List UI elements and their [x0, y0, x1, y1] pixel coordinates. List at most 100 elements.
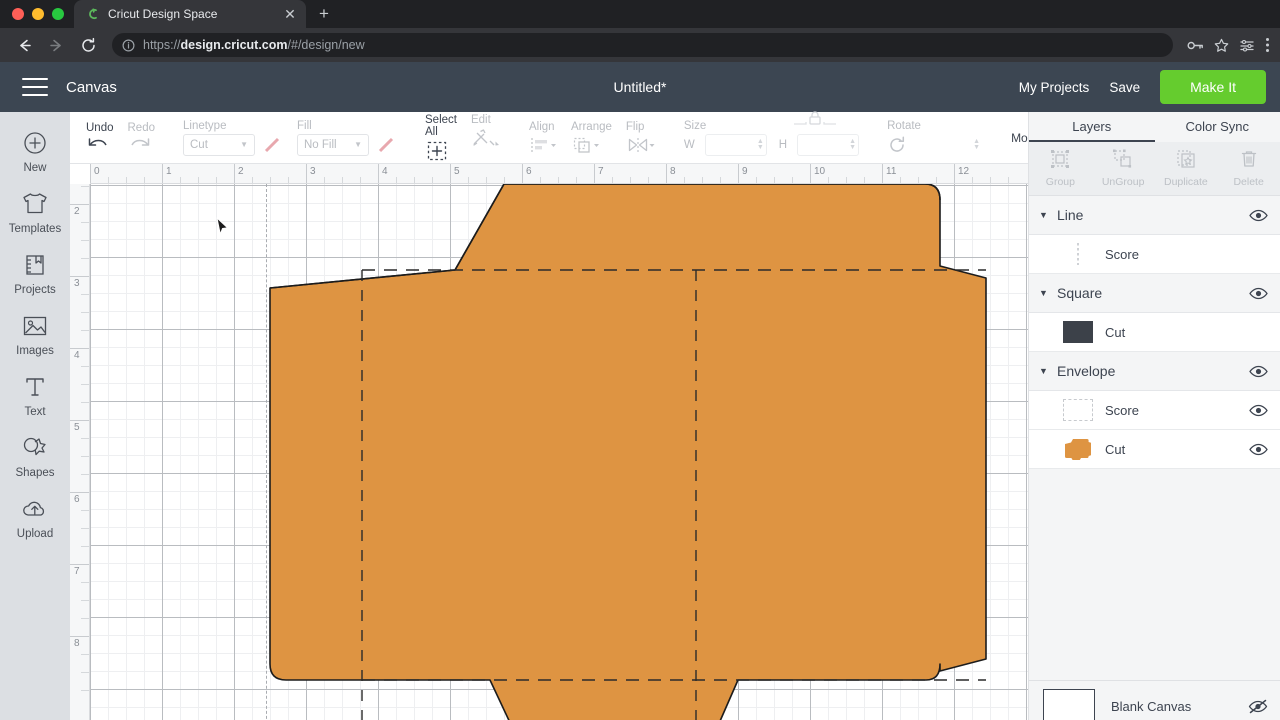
sidebar-item-templates[interactable]: Templates [0, 189, 70, 235]
linetype-select[interactable]: Cut ▼ [183, 133, 255, 156]
duplicate-label: Duplicate [1163, 176, 1208, 188]
new-tab-button[interactable]: + [310, 0, 338, 28]
ruler-tick-major [450, 164, 451, 183]
back-arrow-icon[interactable] [10, 31, 38, 59]
reload-icon[interactable] [74, 31, 102, 59]
fill-select[interactable]: No Fill ▼ [297, 133, 369, 156]
layer-group-envelope[interactable]: ▼ Envelope [1029, 352, 1280, 391]
layer-item-envelope-score[interactable]: Score [1029, 391, 1280, 430]
flip-button[interactable]: Flip [626, 121, 656, 155]
minimize-window-button[interactable] [32, 8, 44, 20]
menu-dots-icon[interactable] [1265, 37, 1270, 53]
envelope-color-swatch[interactable] [1063, 438, 1093, 460]
save-button[interactable]: Save [1109, 80, 1140, 95]
linetype-color-swatch[interactable] [261, 134, 283, 156]
envelope-shape[interactable] [90, 184, 1028, 720]
key-icon[interactable] [1187, 38, 1204, 53]
blank-canvas-swatch[interactable] [1043, 688, 1095, 720]
cut-color-swatch[interactable] [1063, 321, 1093, 343]
ruler-label-h: 5 [454, 166, 460, 177]
sidebar-item-projects[interactable]: Projects [0, 250, 70, 296]
eye-icon[interactable] [1249, 209, 1268, 222]
ruler-tick-minor [81, 240, 89, 241]
ruler-tick-minor [81, 600, 89, 601]
chevron-down-icon[interactable]: ▼ [1039, 288, 1051, 298]
ruler-tick-minor [180, 177, 181, 183]
close-icon[interactable]: ✕ [282, 6, 298, 22]
ruler-tick-major [70, 636, 89, 637]
height-input[interactable]: ▲ ▼ [797, 133, 860, 156]
extensions-icon[interactable] [1239, 38, 1255, 53]
layer-group-line[interactable]: ▼ Line [1029, 196, 1280, 235]
arrange-button[interactable]: Arrange [571, 121, 612, 155]
ruler-label-h: 0 [94, 166, 100, 177]
tab-layers[interactable]: Layers [1029, 112, 1155, 142]
align-button[interactable]: Align [529, 121, 557, 155]
layer-group-square[interactable]: ▼ Square [1029, 274, 1280, 313]
my-projects-link[interactable]: My Projects [1019, 80, 1090, 95]
rotate-icon[interactable] [887, 135, 907, 155]
make-it-button[interactable]: Make It [1160, 70, 1266, 104]
layer-item-envelope-cut[interactable]: Cut [1029, 430, 1280, 469]
select-all-button[interactable]: Select All [425, 114, 457, 162]
ruler-tick-minor [360, 177, 361, 183]
chevron-down-icon[interactable]: ▼ [1039, 210, 1051, 220]
chevron-down-icon[interactable]: ▼ [1039, 366, 1051, 376]
eye-icon[interactable] [1249, 287, 1268, 300]
duplicate-button[interactable]: Duplicate [1155, 142, 1218, 195]
tab-color-sync[interactable]: Color Sync [1155, 112, 1280, 142]
sidebar-item-shapes[interactable]: Shapes [0, 433, 70, 479]
fill-color-swatch[interactable] [375, 134, 397, 156]
header-actions: My Projects Save Make It [1019, 70, 1280, 104]
canvas-grid[interactable] [90, 184, 1028, 720]
sidebar-item-images[interactable]: Images [0, 311, 70, 357]
eye-icon[interactable] [1249, 404, 1268, 417]
ungroup-button[interactable]: UnGroup [1092, 142, 1155, 195]
width-stepper[interactable]: ▲ ▼ [757, 138, 764, 151]
undo-button[interactable]: Undo [86, 122, 114, 154]
star-icon[interactable] [1214, 38, 1229, 53]
lock-icon[interactable] [792, 110, 838, 129]
sidebar-label-templates: Templates [8, 223, 62, 235]
hamburger-menu-icon[interactable] [22, 78, 48, 96]
browser-tab[interactable]: Cricut Design Space ✕ [74, 0, 306, 28]
left-sidebar: New Templates Projects Images Text Shape… [0, 112, 70, 720]
eye-icon[interactable] [1249, 443, 1268, 456]
ruler-tick-minor [864, 177, 865, 183]
undo-arrow-icon [86, 136, 110, 154]
ruler-tick-minor [342, 177, 343, 183]
maximize-window-button[interactable] [52, 8, 64, 20]
sidebar-item-upload[interactable]: Upload [0, 494, 70, 540]
sidebar-item-new[interactable]: New [0, 128, 70, 174]
rotate-input[interactable]: ▲ ▼ [913, 134, 983, 156]
flip-icon [626, 135, 656, 155]
sidebar-item-text[interactable]: Text [0, 372, 70, 418]
ruler-tick-minor [702, 177, 703, 183]
ruler-tick-minor [81, 222, 89, 223]
layer-item-line-score[interactable]: Score [1029, 235, 1280, 274]
eye-icon[interactable] [1249, 365, 1268, 378]
height-stepper[interactable]: ▲ ▼ [849, 138, 856, 151]
ruler-tick-minor [288, 177, 289, 183]
eye-slash-icon[interactable] [1248, 699, 1268, 714]
rotate-stepper[interactable]: ▲ ▼ [973, 138, 980, 151]
layer-item-square-cut[interactable]: Cut [1029, 313, 1280, 352]
delete-button[interactable]: Delete [1217, 142, 1280, 195]
edit-button[interactable]: Edit [471, 114, 501, 148]
forward-arrow-icon[interactable] [42, 31, 70, 59]
score-dashed-swatch[interactable] [1063, 399, 1093, 421]
ruler-tick-major [70, 564, 89, 565]
info-circle-icon[interactable] [122, 38, 135, 52]
url-bar[interactable]: https://design.cricut.com/#/design/new [112, 33, 1173, 57]
toolbar-group-rotate: Rotate ▲ ▼ [887, 112, 983, 163]
group-button[interactable]: Group [1029, 142, 1092, 195]
close-window-button[interactable] [12, 8, 24, 20]
undo-label: Undo [86, 121, 114, 134]
width-input[interactable]: ▲ ▼ [704, 133, 767, 156]
canvas-area[interactable]: 0 1 2 3 4 5 6 7 8 9 10 11 12 2345678 [70, 164, 1028, 720]
redo-button[interactable]: Redo [128, 122, 155, 154]
ruler-tick-minor [900, 177, 901, 183]
blank-canvas-row[interactable]: Blank Canvas [1029, 680, 1280, 720]
app-body: New Templates Projects Images Text Shape… [0, 110, 1280, 720]
ruler-tick-major [234, 164, 235, 183]
